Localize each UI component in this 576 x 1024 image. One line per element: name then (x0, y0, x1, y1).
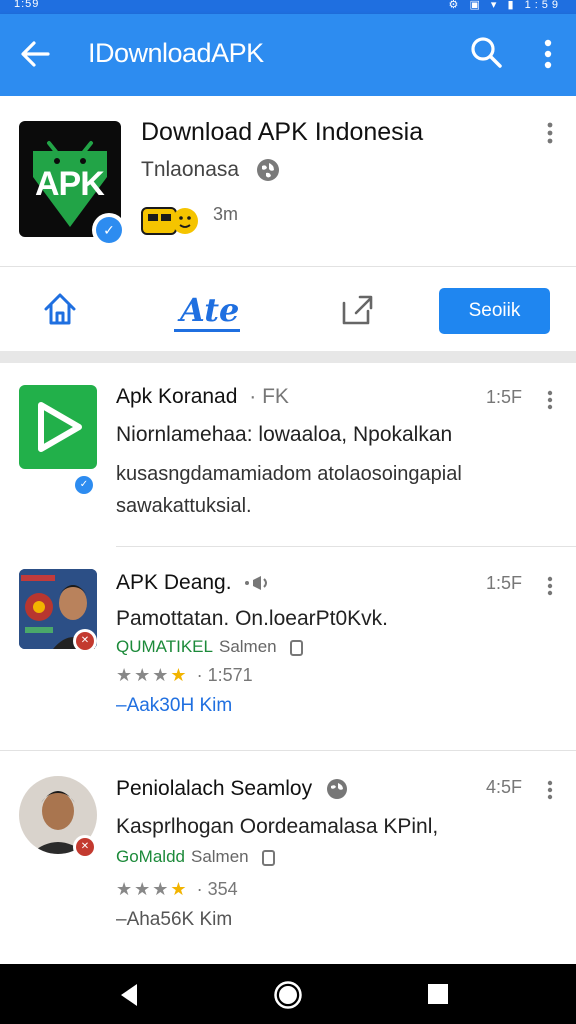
feed-item[interactable]: ✕ APK Deang. 1:5F Pamottatan. On.loearPt… (0, 547, 576, 751)
search-icon[interactable] (466, 32, 506, 72)
app-bar: IDownloadAPK (0, 14, 576, 96)
subscribe-button[interactable]: Seoiik (439, 288, 550, 334)
star-icon: ★★★ (116, 879, 171, 899)
tab-ate[interactable]: Ate (174, 289, 240, 333)
section-divider (0, 351, 576, 363)
emoji-badge-icon (141, 207, 198, 235)
copy-icon[interactable] (289, 639, 305, 657)
home-icon[interactable] (40, 289, 80, 329)
overflow-menu-icon[interactable] (541, 120, 559, 146)
post-text-line: Niornlamehaa: lowaaloa, Npokalkan (116, 423, 453, 446)
post-title: APK Deang. (116, 571, 271, 595)
status-badge: ✕ (73, 629, 97, 653)
post-time: 4:5F (486, 777, 523, 797)
post-title: Peniolalach Seamloy (116, 777, 350, 801)
status-bar: 1:59 ⚙ ▣ ▾ ▮ 1:59 (0, 0, 576, 14)
play-icon (38, 402, 82, 452)
nav-home-icon[interactable] (273, 980, 303, 1010)
post-text-line: kusasngdamamiadom atolaosoingapial (116, 463, 462, 485)
tab-ate-label: Ate (180, 291, 240, 329)
post-tag: · FK (249, 385, 289, 408)
post-thumbnail: ✓ (19, 385, 97, 497)
overflow-menu-icon[interactable] (542, 389, 558, 411)
post-text-line: Pamottatan. On.loearPt0Kvk. (116, 607, 388, 630)
rating-stars: ★★★★ · 1:571 (116, 665, 253, 686)
close-icon: ✕ (76, 632, 94, 650)
verified-badge: ✓ (72, 473, 96, 497)
tab-bar: Ate Seoiik (0, 267, 576, 351)
megaphone-icon (245, 576, 268, 591)
rating-value: · 1:571 (196, 665, 253, 685)
rating-value: · 354 (196, 879, 238, 899)
status-badge: ✕ (73, 835, 97, 859)
status-time: 1:59 (14, 0, 40, 10)
author-avatar: ✕ (19, 569, 97, 653)
post-link[interactable]: –Aak30H Kim (116, 695, 232, 717)
overflow-menu-icon[interactable] (542, 779, 558, 801)
subscriber-count: 3m (213, 204, 239, 224)
check-icon: ✓ (96, 217, 122, 243)
status-icons: ⚙ ▣ ▾ ▮ 1:59 (448, 0, 562, 11)
system-nav-bar (0, 964, 576, 1024)
overflow-menu-icon[interactable] (536, 36, 560, 72)
post-source: QUMATIKEL Salmen (116, 637, 305, 657)
channel-header: APK ✓ Download APK Indonesia Tnlaonasa 3… (0, 96, 576, 266)
check-icon: ✓ (75, 476, 93, 494)
verified-badge: ✓ (92, 213, 126, 247)
feed-item[interactable]: ✓ Apk Koranad · FK 1:5F Niornlamehaa: lo… (0, 363, 576, 547)
channel-subtitle: Tnlaonasa (141, 158, 240, 181)
post-text-line: sawakattuksial. (116, 495, 252, 517)
post-source: GoMaldd Salmen (116, 847, 277, 867)
globe-icon (257, 159, 279, 181)
tab-indicator (174, 329, 240, 332)
overflow-menu-icon[interactable] (542, 575, 558, 597)
close-icon: ✕ (76, 838, 94, 856)
app-bar-title: IDownloadAPK (88, 38, 264, 68)
globe-icon (326, 779, 347, 800)
app-logo-text: APK (35, 165, 105, 203)
feed-item[interactable]: ✕ Peniolalach Seamloy 4:5F Kasprlhogan O… (0, 751, 576, 964)
star-icon: ★ (170, 665, 189, 685)
nav-recents-icon[interactable] (428, 984, 448, 1004)
channel-title: Download APK Indonesia (141, 118, 424, 146)
star-icon: ★ (170, 879, 189, 899)
author-avatar: ✕ (19, 775, 97, 859)
post-title: Apk Koranad · FK (116, 385, 289, 408)
post-time: 1:5F (486, 573, 523, 593)
copy-icon[interactable] (261, 849, 277, 867)
post-link[interactable]: –Aha56K Kim (116, 909, 232, 931)
back-arrow-icon[interactable] (16, 34, 56, 74)
app-logo: APK ✓ (19, 121, 126, 247)
rating-stars: ★★★★ · 354 (116, 879, 238, 900)
nav-back-icon[interactable] (117, 982, 141, 1008)
star-icon: ★★★ (116, 665, 171, 685)
post-time: 1:5F (486, 387, 523, 407)
share-icon[interactable] (336, 289, 376, 329)
post-text-line: Kasprlhogan Oordeamalasa KPinl, (116, 815, 439, 838)
